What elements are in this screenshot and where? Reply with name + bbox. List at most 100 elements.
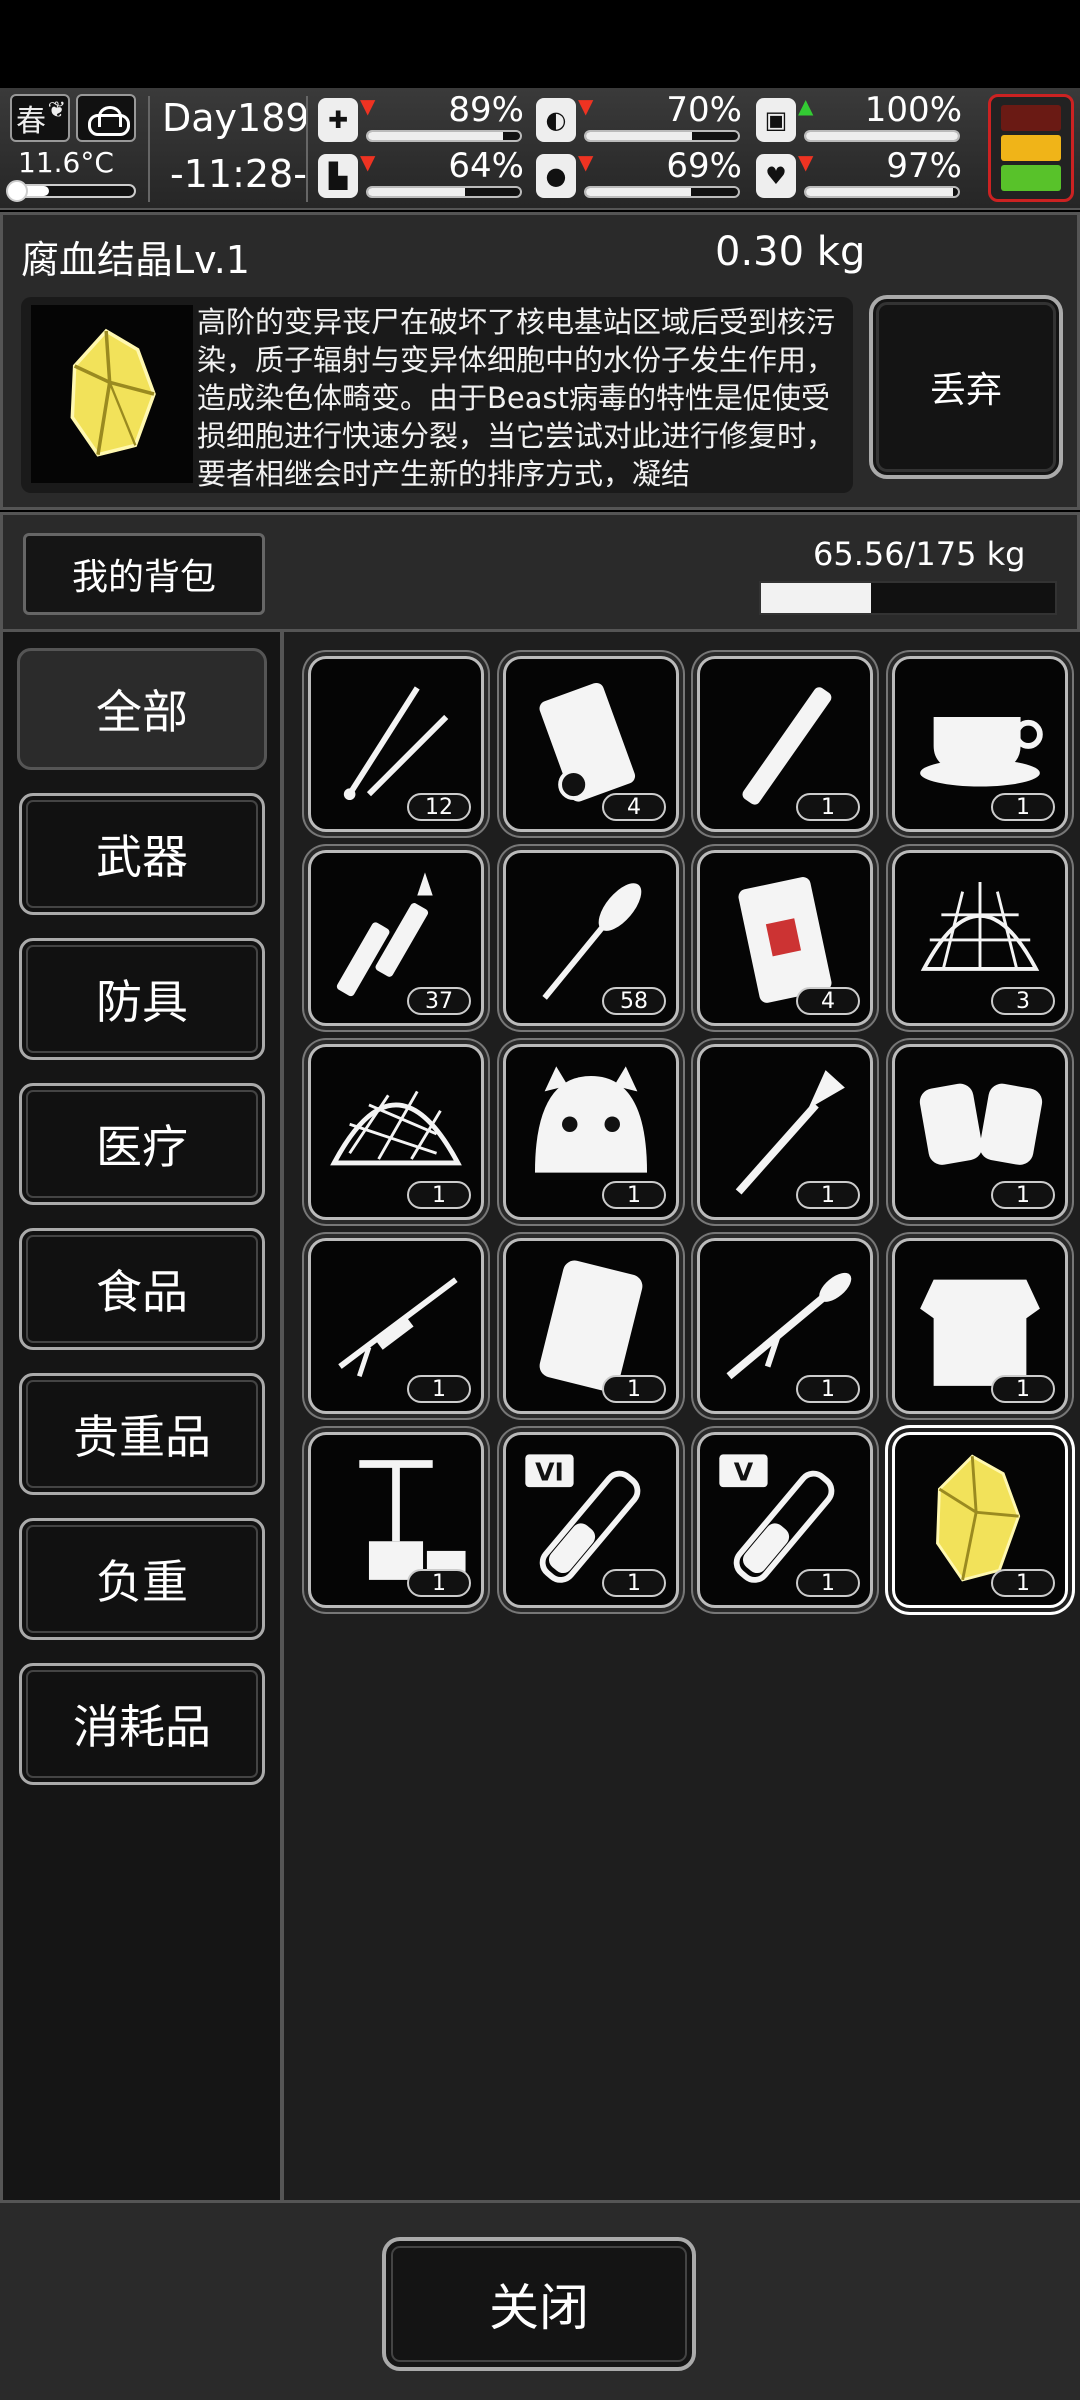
category-tab-3[interactable]: 医疗 [19, 1083, 265, 1205]
category-tab-4[interactable]: 食品 [19, 1228, 265, 1350]
leaf-icon: ❦ [47, 98, 66, 123]
stat-heart: ♥ ▼ 97% [756, 146, 966, 202]
season-label: 春 [16, 104, 46, 139]
temperature-label: 11.6°C [18, 146, 114, 179]
item-count-badge: 1 [796, 1375, 860, 1403]
game-clock: -11:28- [170, 152, 307, 196]
inventory-slot[interactable]: 1 [697, 656, 873, 832]
item-count-badge: 1 [991, 793, 1055, 821]
water-drop-icon: ● [536, 154, 576, 198]
item-count-badge: 1 [991, 1181, 1055, 1209]
item-name: 腐血结晶Lv.1 [21, 238, 250, 282]
inventory-slot[interactable]: 1 [503, 1044, 679, 1220]
stat-bar-fill [806, 188, 954, 196]
stat-boot: ▙ ▼ 64% [318, 146, 528, 202]
battery-segment-red [1001, 105, 1061, 131]
stat-bar-fill [368, 132, 504, 140]
svg-text:V: V [734, 1457, 754, 1486]
category-tab-2[interactable]: 防具 [19, 938, 265, 1060]
category-sidebar: 全部武器防具医疗食品贵重品负重消耗品 [0, 632, 284, 2200]
inventory-slot[interactable]: 1 [503, 1238, 679, 1414]
item-preview [31, 305, 193, 483]
season-indicator: 春 ❦ [10, 94, 70, 142]
inventory-slot[interactable]: 1 [892, 1238, 1068, 1414]
item-count-badge: 58 [602, 987, 666, 1015]
inventory-slot[interactable]: 1 [892, 1044, 1068, 1220]
arrow-down-icon: ▼ [578, 94, 594, 118]
svg-text:VI: VI [535, 1457, 564, 1486]
bottle-icon: ▣ [756, 98, 796, 142]
stat-stomach: ◐ ▼ 70% [536, 90, 746, 146]
backpack-capacity-fill [761, 583, 872, 613]
divider [306, 96, 308, 202]
stat-bar-fill [586, 188, 691, 196]
stat-bar-fill [586, 132, 693, 140]
inventory-slot[interactable]: 37 [308, 850, 484, 1026]
arrow-down-icon: ▼ [360, 94, 376, 118]
inventory-slot[interactable]: 3 [892, 850, 1068, 1026]
stat-bar [366, 130, 522, 142]
category-tab-5[interactable]: 贵重品 [19, 1373, 265, 1495]
inventory-slot[interactable]: VI 1 [503, 1432, 679, 1608]
inventory-slot[interactable]: 1 [892, 656, 1068, 832]
category-tab-0[interactable]: 全部 [17, 648, 267, 770]
backpack-title: 我的背包 [23, 533, 265, 615]
stat-bar [584, 130, 740, 142]
backpack-weight: 65.56/175 kg [813, 535, 1026, 573]
item-count-badge: 1 [602, 1375, 666, 1403]
inventory-slot[interactable]: 4 [697, 850, 873, 1026]
item-description: 高阶的变异丧尸在破坏了核电基站区域后受到核污染，质子辐射与变异体细胞中的水份子发… [197, 305, 836, 487]
arrow-down-icon: ▼ [798, 150, 814, 174]
crystal-icon [70, 328, 156, 457]
footer: 关闭 [0, 2200, 1080, 2400]
boot-icon: ▙ [318, 154, 358, 198]
category-tab-1[interactable]: 武器 [19, 793, 265, 915]
inventory-slot[interactable]: 1 [308, 1044, 484, 1220]
stomach-icon: ◐ [536, 98, 576, 142]
inventory-slot[interactable]: 4 [503, 656, 679, 832]
stat-percent: 97% [886, 146, 962, 186]
item-count-badge: 1 [796, 1569, 860, 1597]
item-count-badge: 1 [407, 1181, 471, 1209]
arrow-down-icon: ▼ [360, 150, 376, 174]
stat-medkit: ✚ ▼ 89% [318, 90, 528, 146]
item-count-badge: 1 [407, 1569, 471, 1597]
inventory-slot[interactable]: 12 [308, 656, 484, 832]
inventory-slot[interactable]: 1 [697, 1238, 873, 1414]
inventory-slot[interactable]: V1 [697, 1432, 873, 1608]
inventory-slot[interactable]: 1 [308, 1432, 484, 1608]
inventory-slot[interactable]: 1 [697, 1044, 873, 1220]
item-weight: 0.30 kg [715, 229, 866, 275]
inventory-slot[interactable]: 1 [892, 1432, 1068, 1608]
item-count-badge: 1 [796, 793, 860, 821]
stat-bar [804, 130, 960, 142]
inventory-slot[interactable]: 1 [308, 1238, 484, 1414]
item-description-panel[interactable]: 高阶的变异丧尸在破坏了核电基站区域后受到核污染，质子辐射与变异体细胞中的水份子发… [21, 297, 853, 493]
stat-bar [804, 186, 960, 198]
category-tab-7[interactable]: 消耗品 [19, 1663, 265, 1785]
stat-bar-fill [806, 132, 958, 140]
item-count-badge: 12 [407, 793, 471, 821]
stat-bar [584, 186, 740, 198]
inventory-slot[interactable]: 58 [503, 850, 679, 1026]
divider [148, 96, 150, 202]
stat-bottle: ▣ ▲ 100% [756, 90, 966, 146]
thermometer-bulb [6, 180, 28, 202]
discard-button[interactable]: 丢弃 [869, 295, 1063, 479]
close-button[interactable]: 关闭 [382, 2237, 696, 2371]
stat-bar-fill [368, 188, 466, 196]
item-count-badge: 1 [796, 1181, 860, 1209]
item-count-badge: 1 [407, 1375, 471, 1403]
item-count-badge: 3 [991, 987, 1055, 1015]
item-count-badge: 1 [991, 1375, 1055, 1403]
item-count-badge: 1 [991, 1569, 1055, 1597]
item-detail-panel: 腐血结晶Lv.1 0.30 kg 高阶的变异丧尸在破坏了核电基站区域后受到核污染… [0, 212, 1080, 510]
stat-water-drop: ● ▼ 69% [536, 146, 746, 202]
battery-indicator [988, 94, 1074, 202]
day-counter: Day189 [162, 96, 310, 140]
inventory-grid: 12 4 1 1 37 58 4 3 1 1 1 1 1 1 1 1 1 VI 1 V 1 1 [284, 632, 1080, 2200]
item-count-badge: 4 [796, 987, 860, 1015]
category-tab-6[interactable]: 负重 [19, 1518, 265, 1640]
stat-percent: 100% [864, 90, 962, 130]
item-count-badge: 1 [602, 1569, 666, 1597]
